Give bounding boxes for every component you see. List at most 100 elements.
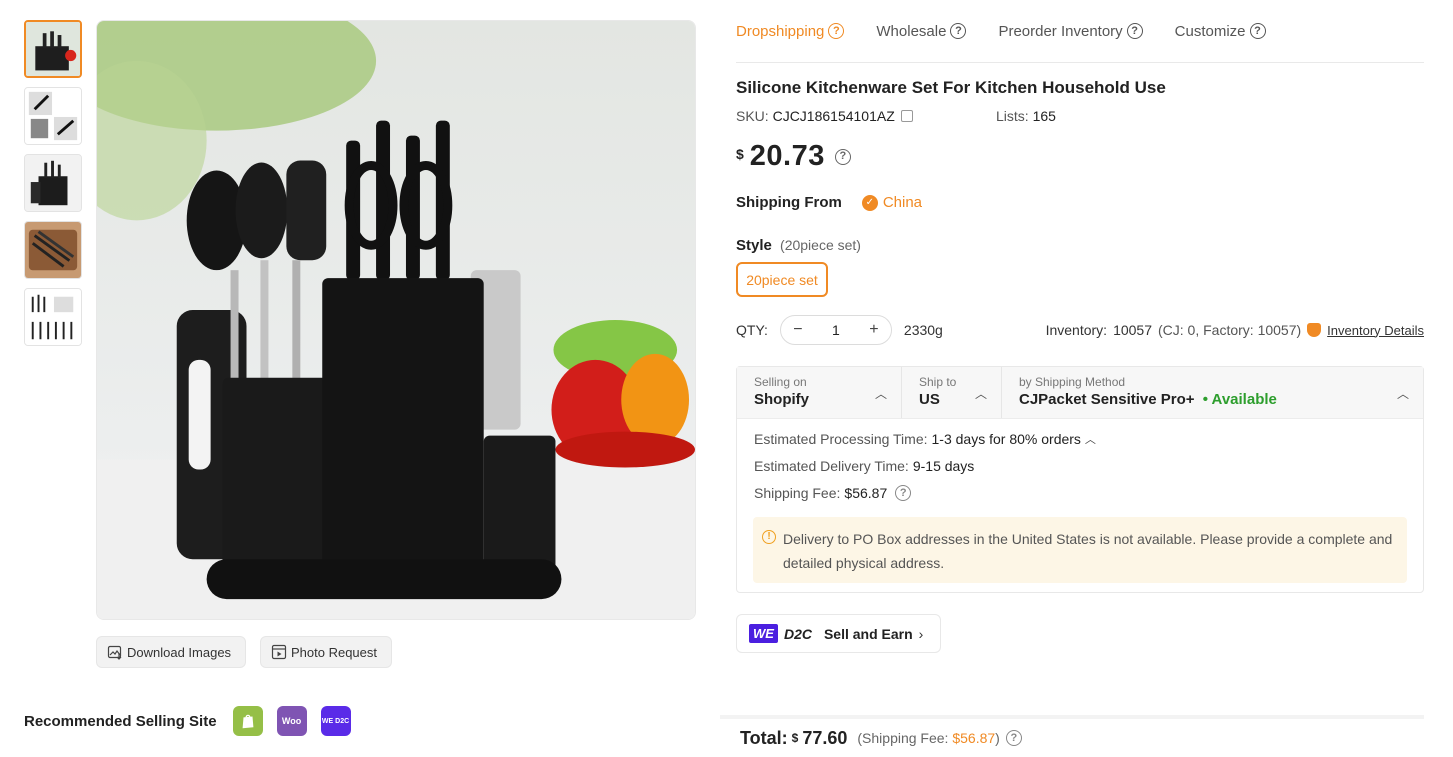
woocommerce-icon[interactable]: Woo (276, 706, 307, 736)
total-row: Total: $ 77.60 (Shipping Fee: $56.87) ? (720, 715, 1424, 757)
copy-icon[interactable] (900, 110, 913, 122)
shipping-from-label: Shipping From (736, 194, 842, 211)
thumbnail-4[interactable] (24, 221, 82, 279)
product-info-panel: Dropshipping ? Wholesale ? Preorder Inve… (736, 0, 1424, 653)
shipping-method-label: by Shipping Method (1019, 375, 1126, 389)
thumbnail-1[interactable] (24, 20, 82, 78)
style-label: Style (736, 237, 772, 254)
po-box-warning: ! Delivery to PO Box addresses in the Un… (753, 517, 1407, 583)
product-weight: 2330g (903, 322, 943, 338)
selling-on-label: Selling on (754, 375, 807, 389)
style-option-20piece[interactable]: 20piece set (736, 262, 828, 297)
chevron-up-icon: ︿ (1396, 387, 1409, 401)
help-icon[interactable]: ? (1126, 23, 1143, 39)
selling-on-value: Shopify (754, 391, 809, 408)
chevron-up-icon: ︿ (974, 387, 987, 401)
tab-dropshipping[interactable]: Dropshipping ? (736, 22, 845, 40)
tab-label: Dropshipping (736, 22, 825, 40)
total-fee-suffix: ) (995, 730, 1000, 746)
tab-wholesale[interactable]: Wholesale ? (876, 23, 967, 40)
photo-request-icon (271, 644, 287, 660)
qty-label: QTY: (736, 322, 768, 338)
warning-text: Delivery to PO Box addresses in the Unit… (783, 531, 1393, 571)
shipping-fee-label: Shipping Fee: (754, 485, 841, 501)
chevron-up-icon: ︿ (874, 387, 887, 401)
help-icon[interactable]: ? (828, 23, 845, 39)
purchase-mode-tabs: Dropshipping ? Wholesale ? Preorder Inve… (736, 0, 1424, 63)
processing-time-row: Estimated Processing Time: 1-3 days for … (754, 431, 1407, 447)
help-icon[interactable]: ? (1249, 23, 1266, 39)
photo-request-button[interactable]: Photo Request (260, 636, 393, 668)
ship-to-selector[interactable]: Ship to US ︿ (902, 367, 1002, 418)
shipping-fee-row: Shipping Fee: $56.87 ? (754, 485, 1407, 501)
warehouse-icon (1307, 323, 1322, 337)
availability-status: • Available (1202, 391, 1277, 408)
lists-label: Lists: (996, 108, 1029, 124)
product-title: Silicone Kitchenware Set For Kitchen Hou… (736, 78, 1166, 97)
processing-time-value: 1-3 days for 80% orders (931, 431, 1081, 447)
increment-button[interactable]: + (867, 321, 881, 339)
image-download-icon (107, 644, 123, 660)
processing-time-label: Estimated Processing Time: (754, 431, 928, 447)
inventory-info: Inventory: 10057 (CJ: 0, Factory: 10057)… (1046, 322, 1424, 338)
total-currency: $ (791, 731, 799, 745)
quantity-input[interactable]: 1 (832, 322, 840, 338)
photo-request-label: Photo Request (291, 644, 378, 660)
lists-count: Lists: 165 (996, 108, 1056, 124)
price-amount: 20.73 (749, 140, 825, 172)
shipping-selectors: Selling on Shopify ︿ Ship to US ︿ by Shi… (737, 367, 1423, 419)
tab-label: Preorder Inventory (998, 22, 1123, 40)
sell-and-earn-button[interactable]: WE D2C Sell and Earn › (736, 614, 941, 653)
shopify-icon[interactable] (232, 706, 263, 736)
lists-value: 165 (1032, 108, 1056, 124)
inventory-value: 10057 (1113, 322, 1152, 338)
total-shipping-fee: (Shipping Fee: $56.87) (857, 730, 999, 746)
recommended-selling-site-label: Recommended Selling Site (24, 712, 217, 730)
shipping-method-value: CJPacket Sensitive Pro+ • Available (1019, 391, 1407, 408)
shipping-panel: Selling on Shopify ︿ Ship to US ︿ by Shi… (736, 366, 1424, 593)
inventory-label: Inventory: (1045, 322, 1108, 338)
download-images-label: Download Images (127, 644, 232, 660)
style-row: Style (20piece set) (736, 237, 861, 254)
delivery-time-value: 9-15 days (912, 458, 975, 474)
thumbnail-2[interactable] (24, 87, 82, 145)
total-amount: 77.60 (802, 727, 848, 748)
help-icon[interactable]: ? (834, 148, 851, 165)
quantity-row: QTY: − 1 + 2330g Inventory: 10057 (CJ: 0… (736, 314, 1424, 346)
quantity-stepper: − 1 + (779, 315, 892, 345)
chevron-up-icon[interactable]: ︿ (1085, 431, 1096, 447)
product-price: $ 20.73 ? (736, 140, 851, 173)
we-d2c-icon[interactable]: WE D2C (320, 706, 351, 736)
tab-preorder-inventory[interactable]: Preorder Inventory ? (998, 22, 1143, 40)
tab-customize[interactable]: Customize ? (1175, 23, 1266, 40)
tab-label: Customize (1174, 22, 1246, 40)
recommended-selling-site: Recommended Selling Site Woo WE D2C (24, 706, 351, 736)
shipping-fee-value: $56.87 (844, 485, 888, 501)
thumbnail-5[interactable] (24, 288, 82, 346)
total-fee-prefix: (Shipping Fee: (857, 730, 949, 746)
style-selected-note: (20piece set) (780, 237, 861, 253)
help-icon[interactable]: ? (950, 23, 967, 39)
shipping-from-country[interactable]: China (883, 194, 922, 211)
thumbnail-list (24, 20, 84, 355)
inventory-details-link[interactable]: Inventory Details (1327, 323, 1424, 338)
delivery-time-label: Estimated Delivery Time: (754, 458, 909, 474)
sku-label: SKU: (736, 108, 769, 124)
help-icon[interactable]: ? (1005, 730, 1022, 746)
thumbnail-3[interactable] (24, 154, 82, 212)
help-icon[interactable]: ? (895, 485, 912, 501)
total-label: Total: (740, 727, 788, 748)
selling-on-selector[interactable]: Selling on Shopify ︿ (737, 367, 902, 418)
shipping-method-selector[interactable]: by Shipping Method CJPacket Sensitive Pr… (1002, 367, 1423, 418)
sell-and-earn-label: Sell and Earn (823, 625, 913, 642)
check-icon: ✓ (861, 194, 878, 211)
shipping-from: Shipping From ✓ China (736, 194, 922, 211)
sku-row: SKU: CJCJ186154101AZ Lists: 165 (736, 108, 1236, 124)
inventory-breakdown: (CJ: 0, Factory: 10057) (1158, 322, 1302, 338)
price-currency: $ (736, 146, 744, 162)
download-images-button[interactable]: Download Images (96, 636, 247, 668)
decrement-button[interactable]: − (791, 321, 805, 339)
main-product-image[interactable] (96, 20, 696, 620)
total-fee-value: $56.87 (952, 730, 996, 746)
we-logo: WE (749, 624, 778, 643)
